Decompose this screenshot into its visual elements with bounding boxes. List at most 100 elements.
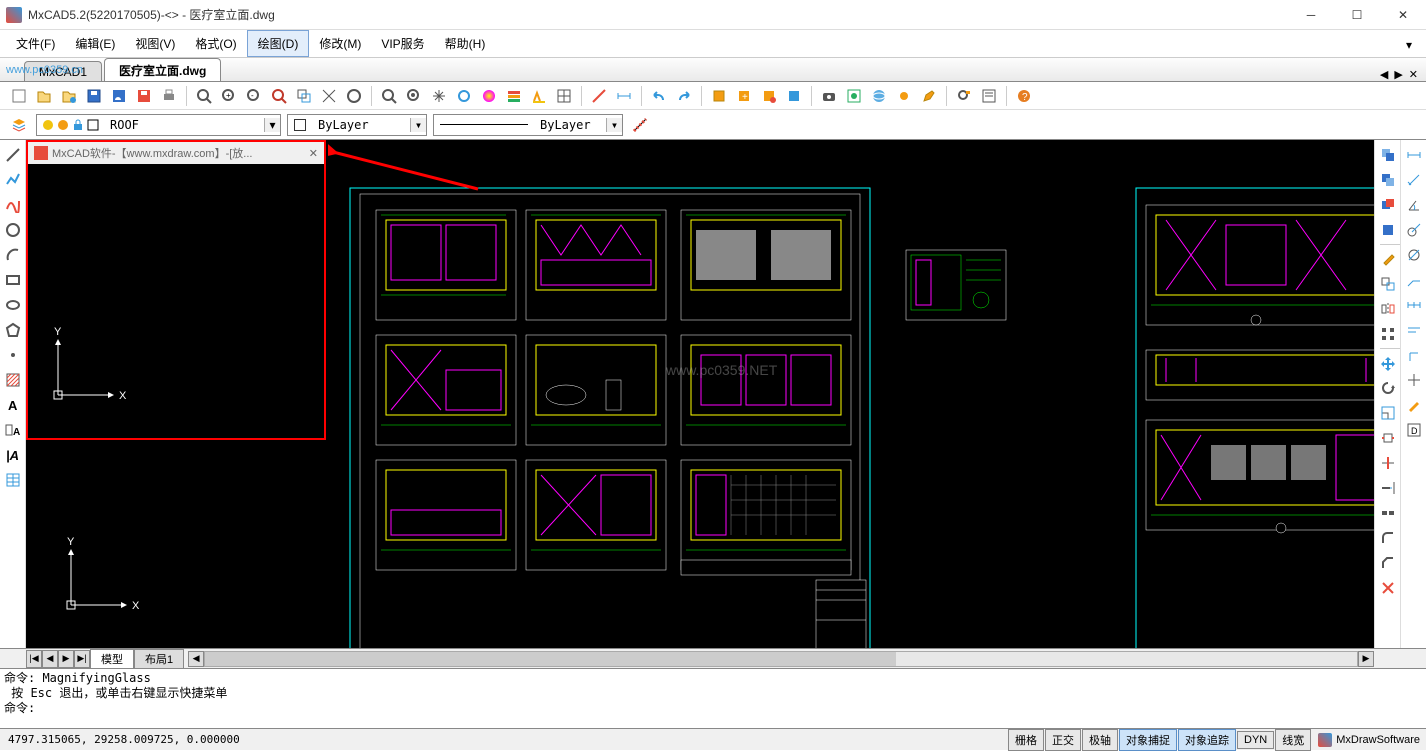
block-edit-icon[interactable] bbox=[758, 85, 780, 107]
zoom-all-icon[interactable] bbox=[343, 85, 365, 107]
cmd-prompt[interactable]: 命令: bbox=[4, 701, 1422, 716]
magnify-title-bar[interactable]: MxCAD软件-【www.mxdraw.com】-[放... ✕ bbox=[28, 142, 324, 164]
zoom-center-icon[interactable] bbox=[403, 85, 425, 107]
status-polar[interactable]: 极轴 bbox=[1082, 729, 1118, 751]
hatch-tool-icon[interactable] bbox=[2, 369, 24, 391]
color-combo[interactable]: ByLayer ▾ bbox=[287, 114, 427, 136]
globe-icon[interactable] bbox=[868, 85, 890, 107]
erase-icon[interactable] bbox=[1377, 248, 1399, 270]
layout-prev-icon[interactable]: ◀ bbox=[42, 650, 58, 668]
express-icon[interactable]: ▾ bbox=[1398, 34, 1420, 56]
zoom-prev-icon[interactable] bbox=[318, 85, 340, 107]
open2-icon[interactable] bbox=[58, 85, 80, 107]
dim-leader-icon[interactable] bbox=[1403, 269, 1425, 291]
status-dyn[interactable]: DYN bbox=[1237, 731, 1274, 749]
highlight-icon[interactable] bbox=[528, 85, 550, 107]
menu-vip[interactable]: VIP服务 bbox=[371, 30, 434, 57]
polygon-tool-icon[interactable] bbox=[2, 319, 24, 341]
linetype-dropdown-arrow[interactable]: ▾ bbox=[606, 118, 622, 132]
dim-linear-icon[interactable] bbox=[1403, 144, 1425, 166]
menu-format[interactable]: 格式(O) bbox=[185, 30, 246, 57]
color-dropdown-arrow[interactable]: ▾ bbox=[410, 118, 426, 132]
brand-label[interactable]: MxDrawSoftware bbox=[1312, 733, 1426, 747]
break-icon[interactable] bbox=[1377, 502, 1399, 524]
zoom-out-icon[interactable]: - bbox=[243, 85, 265, 107]
properties-icon[interactable] bbox=[978, 85, 1000, 107]
dimension-icon[interactable] bbox=[613, 85, 635, 107]
dim-center-icon[interactable] bbox=[1403, 369, 1425, 391]
new-icon[interactable] bbox=[8, 85, 30, 107]
measure-icon[interactable] bbox=[588, 85, 610, 107]
paste-icon[interactable] bbox=[1377, 169, 1399, 191]
extend-icon[interactable] bbox=[1377, 477, 1399, 499]
line-tool-icon[interactable] bbox=[2, 144, 24, 166]
open-icon[interactable] bbox=[33, 85, 55, 107]
camera-icon[interactable] bbox=[818, 85, 840, 107]
viewport-icon[interactable] bbox=[553, 85, 575, 107]
pencil-icon[interactable] bbox=[918, 85, 940, 107]
copy-icon[interactable] bbox=[1377, 144, 1399, 166]
layers-icon[interactable] bbox=[503, 85, 525, 107]
layer-dropdown-arrow[interactable]: ▾ bbox=[264, 118, 280, 132]
rotate-icon[interactable] bbox=[1377, 377, 1399, 399]
dim-baseline-icon[interactable] bbox=[1403, 319, 1425, 341]
horizontal-scrollbar[interactable]: ◀ ▶ bbox=[188, 651, 1374, 667]
close-button[interactable]: ✕ bbox=[1380, 0, 1426, 30]
dim-radius-icon[interactable] bbox=[1403, 219, 1425, 241]
sun-icon[interactable] bbox=[893, 85, 915, 107]
move-icon[interactable] bbox=[1377, 219, 1399, 241]
linetype-combo[interactable]: ByLayer ▾ bbox=[433, 114, 623, 136]
scroll-left-icon[interactable]: ◀ bbox=[188, 651, 204, 667]
regen-icon[interactable] bbox=[453, 85, 475, 107]
dim-continue-icon[interactable] bbox=[1403, 294, 1425, 316]
dim-angular-icon[interactable] bbox=[1403, 194, 1425, 216]
explode-icon[interactable] bbox=[1377, 577, 1399, 599]
menu-view[interactable]: 视图(V) bbox=[125, 30, 185, 57]
command-window[interactable]: 命令: MagnifyingGlass 按 Esc 退出，或单击右键显示快捷菜单… bbox=[0, 668, 1426, 728]
layout-next-icon[interactable]: ▶ bbox=[58, 650, 74, 668]
magnifying-glass-window[interactable]: MxCAD软件-【www.mxdraw.com】-[放... ✕ X Y bbox=[26, 140, 326, 440]
fillet-icon[interactable] bbox=[1377, 527, 1399, 549]
find-icon[interactable] bbox=[953, 85, 975, 107]
rect-tool-icon[interactable] bbox=[2, 269, 24, 291]
status-otrack[interactable]: 对象追踪 bbox=[1178, 729, 1236, 751]
mtext2-tool-icon[interactable]: |A bbox=[2, 444, 24, 466]
tab-prev[interactable]: ◀ bbox=[1378, 68, 1390, 81]
move2-icon[interactable] bbox=[1377, 352, 1399, 374]
status-ortho[interactable]: 正交 bbox=[1045, 729, 1081, 751]
status-osnap[interactable]: 对象捕捉 bbox=[1119, 729, 1177, 751]
zoom-in-icon[interactable]: + bbox=[218, 85, 240, 107]
block-icon[interactable] bbox=[708, 85, 730, 107]
undo-icon[interactable] bbox=[648, 85, 670, 107]
trim-icon[interactable] bbox=[1377, 452, 1399, 474]
scale-icon[interactable] bbox=[1377, 402, 1399, 424]
menu-draw[interactable]: 绘图(D) bbox=[247, 30, 310, 57]
zoom-icon[interactable] bbox=[193, 85, 215, 107]
dim-edit-icon[interactable] bbox=[1403, 394, 1425, 416]
offset-icon[interactable] bbox=[1377, 273, 1399, 295]
dim-style-icon[interactable]: D bbox=[1403, 419, 1425, 441]
menu-modify[interactable]: 修改(M) bbox=[309, 30, 371, 57]
circle-tool-icon[interactable] bbox=[2, 219, 24, 241]
saveas-icon[interactable] bbox=[133, 85, 155, 107]
print-icon[interactable] bbox=[158, 85, 180, 107]
polyline-tool-icon[interactable] bbox=[2, 169, 24, 191]
minimize-button[interactable]: ─ bbox=[1288, 0, 1334, 30]
mirror2-icon[interactable] bbox=[1377, 298, 1399, 320]
redo-icon[interactable] bbox=[673, 85, 695, 107]
dim-aligned-icon[interactable] bbox=[1403, 169, 1425, 191]
tab-close[interactable]: ✕ bbox=[1407, 68, 1420, 81]
table-tool-icon[interactable] bbox=[2, 469, 24, 491]
spline-tool-icon[interactable] bbox=[2, 194, 24, 216]
menu-edit[interactable]: 编辑(E) bbox=[65, 30, 125, 57]
layer-combo[interactable]: ROOF ▾ bbox=[36, 114, 281, 136]
status-lwt[interactable]: 线宽 bbox=[1275, 729, 1311, 751]
arc-tool-icon[interactable] bbox=[2, 244, 24, 266]
menu-file[interactable]: 文件(F) bbox=[6, 30, 65, 57]
zoom-realtime-icon[interactable] bbox=[378, 85, 400, 107]
save-cloud-icon[interactable] bbox=[108, 85, 130, 107]
scroll-right-icon[interactable]: ▶ bbox=[1358, 651, 1374, 667]
tab-next[interactable]: ▶ bbox=[1392, 68, 1404, 81]
layer-manager-icon[interactable] bbox=[8, 114, 30, 136]
lineweight-icon[interactable] bbox=[629, 114, 651, 136]
